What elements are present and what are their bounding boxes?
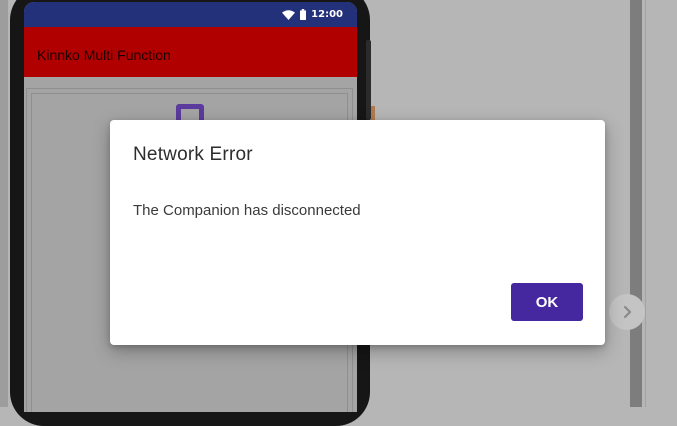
chevron-right-icon: [623, 305, 632, 319]
network-error-dialog: Network Error The Companion has disconne…: [110, 120, 605, 345]
wifi-icon: [282, 9, 296, 20]
workspace-left-edge: [0, 0, 8, 407]
status-time: 12:00: [311, 9, 343, 20]
phone-side-button: [366, 40, 371, 120]
app-title-bar: Kinnko Multi Function: [24, 27, 357, 77]
app-title: Kinnko Multi Function: [37, 47, 171, 63]
dialog-title: Network Error: [133, 144, 253, 165]
status-bar: 12:00: [24, 2, 357, 27]
right-scrollbar[interactable]: [630, 0, 642, 407]
next-arrow-button[interactable]: [609, 294, 645, 330]
right-divider: [645, 0, 646, 407]
battery-icon: [300, 9, 307, 20]
dialog-message: The Companion has disconnected: [133, 202, 361, 219]
ok-button[interactable]: OK: [511, 283, 583, 321]
